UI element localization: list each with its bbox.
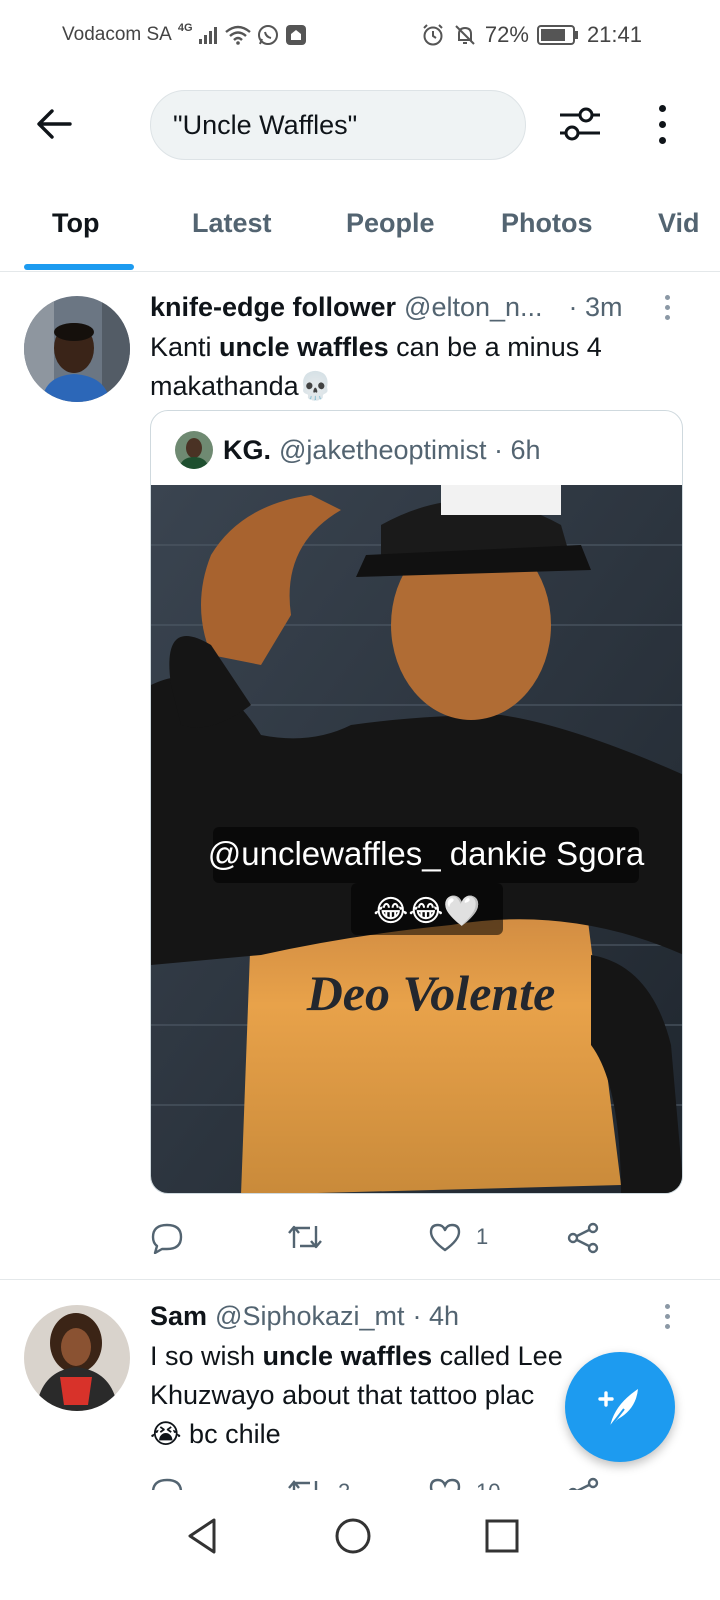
reply-button[interactable] [150,1222,198,1254]
tweet-time[interactable]: · 4h [413,1301,460,1332]
dot-icon [658,136,666,144]
like-button[interactable]: 1 [428,1222,488,1252]
display-name[interactable]: knife-edge follower [150,292,396,323]
dot-icon [658,104,666,112]
display-name[interactable]: Sam [150,1301,207,1332]
sliders-icon [560,107,600,141]
overflow-menu-button[interactable] [640,100,684,148]
tweet-header: Sam @Siphokazi_mt · 4h [150,1301,459,1332]
wifi-icon [224,25,251,45]
square-recents-icon [485,1519,519,1553]
reply-button[interactable] [150,1477,198,1490]
triangle-back-icon [188,1518,216,1554]
whatsapp-icon [257,25,278,45]
share-icon [567,1222,599,1254]
tweet-time[interactable]: · 3m [569,292,623,323]
network-type: 4G [177,22,193,34]
tweet-header: knife-edge follower @elton_n... · 3m [150,292,623,323]
retweet-icon [288,1225,322,1249]
clock: 21:41 [586,22,642,47]
carrier-name: Vodacom SA [62,24,172,45]
app-notification-icon [285,25,306,45]
tweet-media-image[interactable]: @unclewaffles_ dankie Sgora 😂😂🤍 Deo Vole… [151,485,682,1193]
user-handle[interactable]: @Siphokazi_mt [215,1301,405,1332]
search-header: "Uncle Waffles" [0,70,720,182]
signal-icon [198,27,217,44]
quoted-tweet-header: KG. @jaketheoptimist · 6h [175,431,541,469]
circle-home-icon [335,1518,371,1554]
search-query-text: "Uncle Waffles" [173,109,358,140]
tweet-more-button[interactable] [660,1301,674,1331]
compose-feather-icon [598,1389,638,1428]
quoted-tweet[interactable]: KG. @jaketheoptimist · 6h @unclewaffles_… [150,410,683,1194]
heart-icon [429,1223,461,1252]
tab-videos[interactable]: Vid [658,208,700,239]
search-input[interactable]: "Uncle Waffles" [150,90,526,160]
retweet-icon [288,1480,318,1490]
dot-icon [658,120,666,128]
tweet[interactable]: knife-edge follower @elton_n... · 3m Kan… [0,272,720,1280]
share-icon [568,1477,599,1490]
media-caption: @unclewaffles_ dankie Sgora [208,835,645,872]
retweet-button[interactable] [286,1222,338,1252]
retweet-count: 2 [338,1479,350,1490]
quoted-handle-time: @jaketheoptimist · 6h [279,434,541,465]
avatar[interactable] [24,1305,130,1411]
search-filter-button[interactable] [556,100,604,148]
user-handle[interactable]: @elton_n... [404,292,543,323]
tweet-actions: 1 [150,1222,630,1262]
active-tab-indicator [24,264,134,270]
status-bar: Vodacom SA 4G 72% 21:41 [0,0,720,70]
heart-icon [429,1478,461,1490]
share-button[interactable] [566,1222,600,1254]
like-count: 1 [476,1224,489,1249]
system-navigation-bar [0,1490,720,1600]
retweet-button[interactable]: 2 [286,1477,350,1490]
nav-recents-button[interactable] [474,1508,530,1564]
mute-icon [455,25,475,45]
battery-percent: 72% [484,22,529,47]
tab-latest[interactable]: Latest [192,208,272,239]
media-tattoo-text: Deo Volente [306,965,556,1021]
like-count: 10 [476,1479,500,1490]
like-button[interactable]: 10 [428,1477,500,1490]
tab-top[interactable]: Top [52,208,99,239]
back-arrow-icon [37,109,72,139]
tab-people[interactable]: People [346,208,435,239]
tweet-more-button[interactable] [660,292,674,322]
reply-icon [151,1478,183,1490]
compose-tweet-button[interactable] [565,1352,675,1462]
search-tabs: Top Latest People Photos Vid [0,182,720,272]
tweet-text: I so wish uncle waffles called Lee Khuzw… [150,1341,563,1449]
avatar-image [24,1305,130,1411]
tweet-text: Kanti uncle waffles can be a minus 4 mak… [150,332,602,401]
nav-home-button[interactable] [325,1508,381,1564]
battery-icon [536,25,578,45]
media-caption-emoji: 😂😂🤍 [373,894,481,929]
alarm-icon [423,24,443,46]
avatar-image [24,296,130,402]
tweet-actions: 2 10 [150,1477,630,1490]
tab-photos[interactable]: Photos [501,208,593,239]
back-button[interactable] [30,100,78,148]
quoted-display-name: KG. [223,434,272,465]
avatar[interactable] [24,296,130,402]
quoted-avatar [175,431,213,469]
share-button[interactable] [566,1477,600,1490]
nav-back-button[interactable] [174,1508,230,1564]
reply-icon [151,1223,183,1254]
